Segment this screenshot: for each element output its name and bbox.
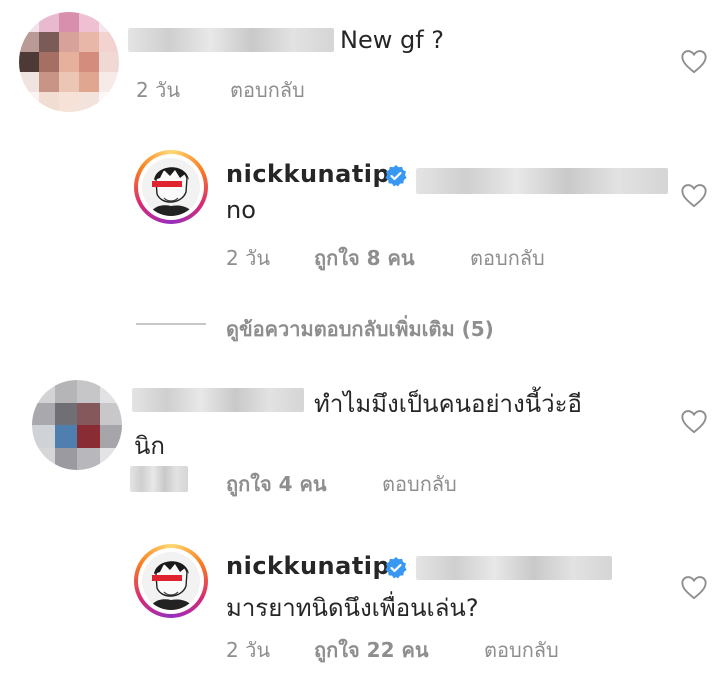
comment-text: no: [226, 196, 256, 224]
likes-count[interactable]: ถูกใจ 22 คน: [314, 634, 429, 666]
avatar-photo: [142, 552, 200, 610]
like-icon[interactable]: [680, 182, 708, 208]
blurred-username[interactable]: [128, 28, 334, 52]
comment-text-continued: นิก: [134, 432, 165, 460]
verified-badge-icon: [385, 165, 407, 187]
username[interactable]: nickkunatip: [226, 160, 390, 188]
likes-count[interactable]: ถูกใจ 8 คน: [314, 242, 415, 274]
like-icon[interactable]: [680, 574, 708, 600]
profile-avatar[interactable]: [134, 150, 208, 224]
replies-divider: [136, 323, 206, 325]
blurred-time: [130, 466, 188, 492]
blurred-mention[interactable]: [416, 556, 612, 580]
like-icon[interactable]: [680, 48, 708, 74]
blurred-username[interactable]: [132, 388, 304, 412]
comment-time: 2 วัน: [226, 638, 270, 662]
comment-time: 2 วัน: [136, 78, 180, 102]
reply-button[interactable]: ตอบกลับ: [484, 634, 559, 666]
avatar-photo: [142, 158, 200, 216]
profile-avatar[interactable]: [134, 544, 208, 618]
comment-time: 2 วัน: [226, 246, 270, 270]
reply-button[interactable]: ตอบกลับ: [470, 242, 545, 274]
commenter-avatar[interactable]: [32, 380, 122, 470]
like-icon[interactable]: [680, 408, 708, 434]
comment-text: New gf ?: [340, 26, 445, 54]
reply-button[interactable]: ตอบกลับ: [382, 468, 457, 500]
commenter-avatar[interactable]: [19, 12, 119, 112]
blurred-mention[interactable]: [416, 168, 668, 194]
username[interactable]: nickkunatip: [226, 552, 390, 580]
view-more-replies-button[interactable]: ดูข้อความตอบกลับเพิ่มเติม (5): [226, 313, 494, 345]
comment-text: มารยาทนิดนึงเพื่อนเล่น?: [226, 594, 479, 622]
reply-button[interactable]: ตอบกลับ: [230, 74, 305, 106]
comment-text: ทำไมมึงเป็นคนอย่างนี้ว่ะอี: [314, 390, 582, 418]
likes-count[interactable]: ถูกใจ 4 คน: [226, 468, 327, 500]
verified-badge-icon: [385, 557, 407, 579]
